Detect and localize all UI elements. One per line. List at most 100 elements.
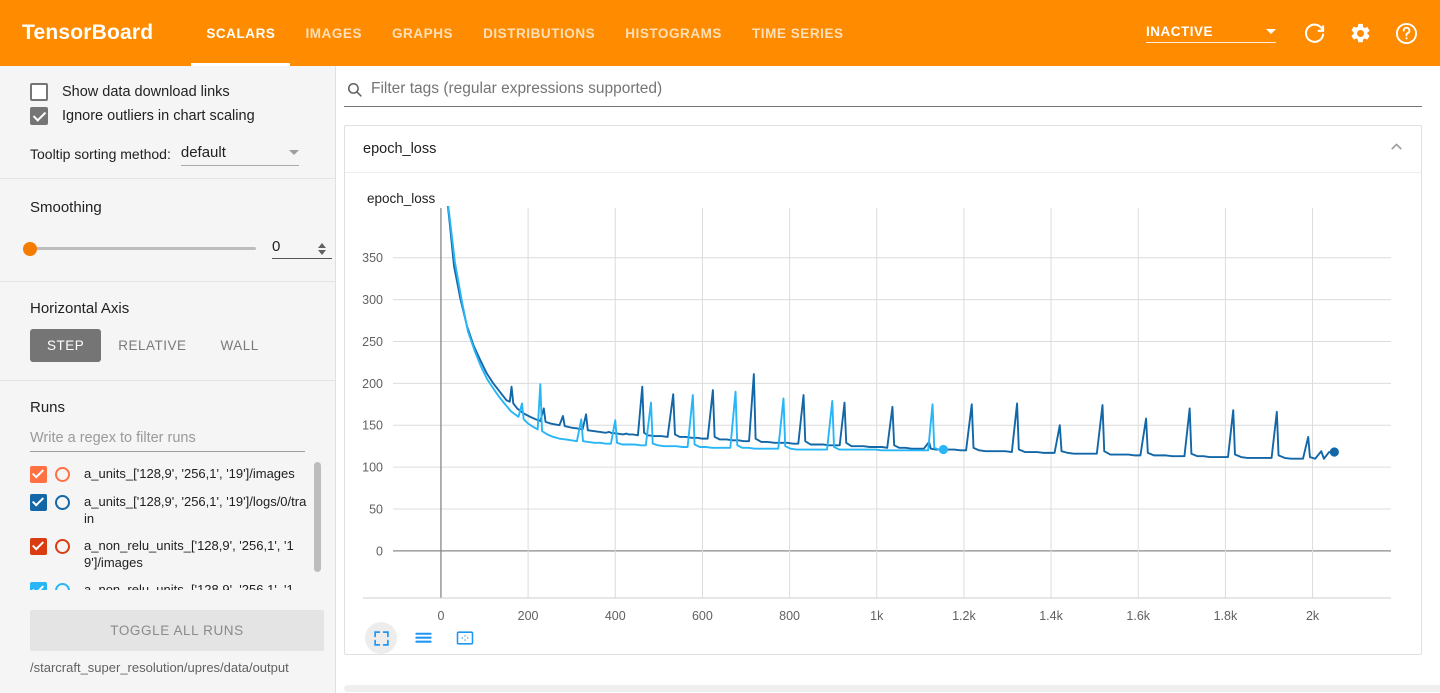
series-endpoint-marker xyxy=(938,444,949,455)
smoothing-stepper[interactable] xyxy=(318,242,326,255)
toggle-all-runs-button[interactable]: TOGGLE ALL RUNS xyxy=(30,610,324,651)
y-axis-tick-label: 50 xyxy=(369,502,383,516)
sidebar: Show data download links Ignore outliers … xyxy=(0,66,336,693)
stepper-down-icon[interactable] xyxy=(318,249,326,255)
card-header[interactable]: epoch_loss xyxy=(345,126,1421,173)
run-list-item[interactable]: a_non_relu_units_['128,9', '256,1', '19'… xyxy=(30,532,335,576)
display-checkboxes: Show data download links Ignore outliers … xyxy=(0,80,335,128)
haxis-option-wall[interactable]: WALL xyxy=(204,329,276,362)
y-axis-tick-label: 250 xyxy=(362,335,383,349)
tensorboard-logo: TensorBoard xyxy=(22,21,154,44)
x-axis-tick-label: 0 xyxy=(437,609,444,623)
settings-button[interactable] xyxy=(1340,13,1380,53)
checkbox-label: Show data download links xyxy=(62,84,230,100)
tooltip-sorting-label: Tooltip sorting method: xyxy=(30,146,171,162)
tooltip-sorting-row: Tooltip sorting method: default xyxy=(0,128,335,166)
tab-scalars[interactable]: SCALARS xyxy=(191,0,291,66)
run-status-dropdown[interactable]: INACTIVE xyxy=(1146,24,1276,43)
horizontal-axis-section: Horizontal Axis STEP RELATIVE WALL xyxy=(0,281,335,380)
chart-plot-area[interactable]: 0 50 100 150 200 250 300 350 0 200 400 600 800 1k 1.2k… xyxy=(345,206,1421,626)
epoch-loss-line-chart[interactable]: 0 50 100 150 200 250 300 350 0 200 400 600 800 1k 1.2k… xyxy=(345,206,1405,626)
smoothing-section: Smoothing 0 xyxy=(0,178,335,281)
x-axis-tick-label: 200 xyxy=(518,609,539,623)
y-axis-tick-label: 350 xyxy=(362,251,383,265)
run-color-indicator[interactable] xyxy=(55,495,70,510)
card-title: epoch_loss xyxy=(363,141,437,157)
run-color-indicator[interactable] xyxy=(55,467,70,482)
checkbox-icon[interactable] xyxy=(30,83,48,101)
tab-graphs[interactable]: GRAPHS xyxy=(377,0,468,66)
run-name-label: a_units_['128,9', '256,1', '19']/images xyxy=(84,466,295,481)
app-header: TensorBoard SCALARS IMAGES GRAPHS DISTRIBUT… xyxy=(0,0,1440,66)
y-axis-tick-label: 300 xyxy=(362,293,383,307)
run-name-label: a_non_relu_units_['128,9', '256,1', '19'… xyxy=(84,582,294,590)
runs-list-scrollbar[interactable] xyxy=(314,462,321,572)
main-content: Filter tags (regular expressions support… xyxy=(336,66,1440,693)
run-color-indicator[interactable] xyxy=(55,583,70,590)
x-axis-tick-label: 400 xyxy=(605,609,626,623)
run-name-label: a_non_relu_units_['128,9', '256,1', '19'… xyxy=(84,538,294,570)
tag-filter-input[interactable]: Filter tags (regular expressions support… xyxy=(371,80,662,98)
tab-images[interactable]: IMAGES xyxy=(290,0,377,66)
x-axis-tick-label: 1.8k xyxy=(1214,609,1238,623)
smoothing-slider-thumb[interactable] xyxy=(23,241,37,256)
expand-chart-button[interactable] xyxy=(365,622,397,654)
chevron-down-icon xyxy=(1266,28,1276,34)
run-checkbox[interactable] xyxy=(30,466,47,483)
y-axis-tick-label: 150 xyxy=(362,419,383,433)
smoothing-title: Smoothing xyxy=(30,199,102,216)
runs-section: Runs Write a regex to filter runs a_unit… xyxy=(0,380,335,602)
run-name-label: a_units_['128,9', '256,1', '19']/logs/0/… xyxy=(84,494,307,526)
help-button[interactable] xyxy=(1386,13,1426,53)
x-axis-tick-label: 1.4k xyxy=(1039,609,1063,623)
runs-filter-input[interactable]: Write a regex to filter runs xyxy=(30,430,305,452)
checkbox-icon[interactable] xyxy=(30,107,48,125)
fit-domain-button[interactable] xyxy=(449,622,481,654)
series-endpoint-marker xyxy=(1329,447,1339,457)
run-checkbox[interactable] xyxy=(30,494,47,511)
x-axis-tick-label: 600 xyxy=(692,609,713,623)
tooltip-sorting-select[interactable]: default xyxy=(180,144,299,166)
chart-toolbar xyxy=(345,622,1421,654)
runs-title: Runs xyxy=(30,399,66,416)
run-list-item[interactable]: a_units_['128,9', '256,1', '19']/images xyxy=(30,460,335,488)
scalar-card: epoch_loss epoch_loss 0 50 100 150 200 250 300… xyxy=(344,125,1422,655)
checkbox-label: Ignore outliers in chart scaling xyxy=(62,108,255,124)
horizontal-axis-title: Horizontal Axis xyxy=(30,300,130,317)
x-axis-tick-label: 1.2k xyxy=(952,609,976,623)
chart-series-line xyxy=(446,206,1336,460)
chart-title: epoch_loss xyxy=(367,191,436,206)
page-horizontal-scrollbar[interactable] xyxy=(344,685,1440,692)
header-actions: INACTIVE xyxy=(1146,13,1426,53)
run-color-indicator[interactable] xyxy=(55,539,70,554)
tag-filter-bar[interactable]: Filter tags (regular expressions support… xyxy=(344,80,1422,107)
chevron-down-icon xyxy=(288,150,299,155)
main-nav-tabs: SCALARS IMAGES GRAPHS DISTRIBUTIONS HISTOGRA… xyxy=(191,0,858,66)
stepper-up-icon[interactable] xyxy=(318,242,326,248)
run-checkbox[interactable] xyxy=(30,582,47,590)
toggle-y-axis-log-button[interactable] xyxy=(407,622,439,654)
y-axis-tick-label: 200 xyxy=(362,377,383,391)
y-axis-tick-label: 100 xyxy=(362,461,383,475)
checkbox-row-show-download-links[interactable]: Show data download links xyxy=(0,80,335,104)
run-list-item[interactable]: a_units_['128,9', '256,1', '19']/logs/0/… xyxy=(30,488,335,532)
tab-time-series[interactable]: TIME SERIES xyxy=(737,0,859,66)
y-axis-tick-label: 0 xyxy=(376,544,383,558)
refresh-button[interactable] xyxy=(1294,13,1334,53)
runs-list: a_units_['128,9', '256,1', '19']/images a… xyxy=(0,460,335,590)
x-axis-tick-label: 2k xyxy=(1306,609,1320,623)
haxis-option-step[interactable]: STEP xyxy=(30,329,102,362)
data-path-label: /starcraft_super_resolution/upres/data/o… xyxy=(30,660,289,675)
tab-distributions[interactable]: DISTRIBUTIONS xyxy=(468,0,610,66)
run-list-item[interactable]: a_non_relu_units_['128,9', '256,1', '19'… xyxy=(30,576,335,590)
haxis-option-relative[interactable]: RELATIVE xyxy=(101,329,203,362)
run-checkbox[interactable] xyxy=(30,538,47,555)
x-axis-tick-label: 800 xyxy=(779,609,800,623)
smoothing-controls: 0 xyxy=(0,216,335,259)
horizontal-lines-icon xyxy=(414,632,432,643)
x-axis-tick-label: 1.6k xyxy=(1126,609,1150,623)
tab-histograms[interactable]: HISTOGRAMS xyxy=(610,0,737,66)
chevron-up-icon[interactable] xyxy=(1388,138,1405,160)
checkbox-row-ignore-outliers[interactable]: Ignore outliers in chart scaling xyxy=(0,104,335,128)
smoothing-slider[interactable] xyxy=(23,241,256,256)
